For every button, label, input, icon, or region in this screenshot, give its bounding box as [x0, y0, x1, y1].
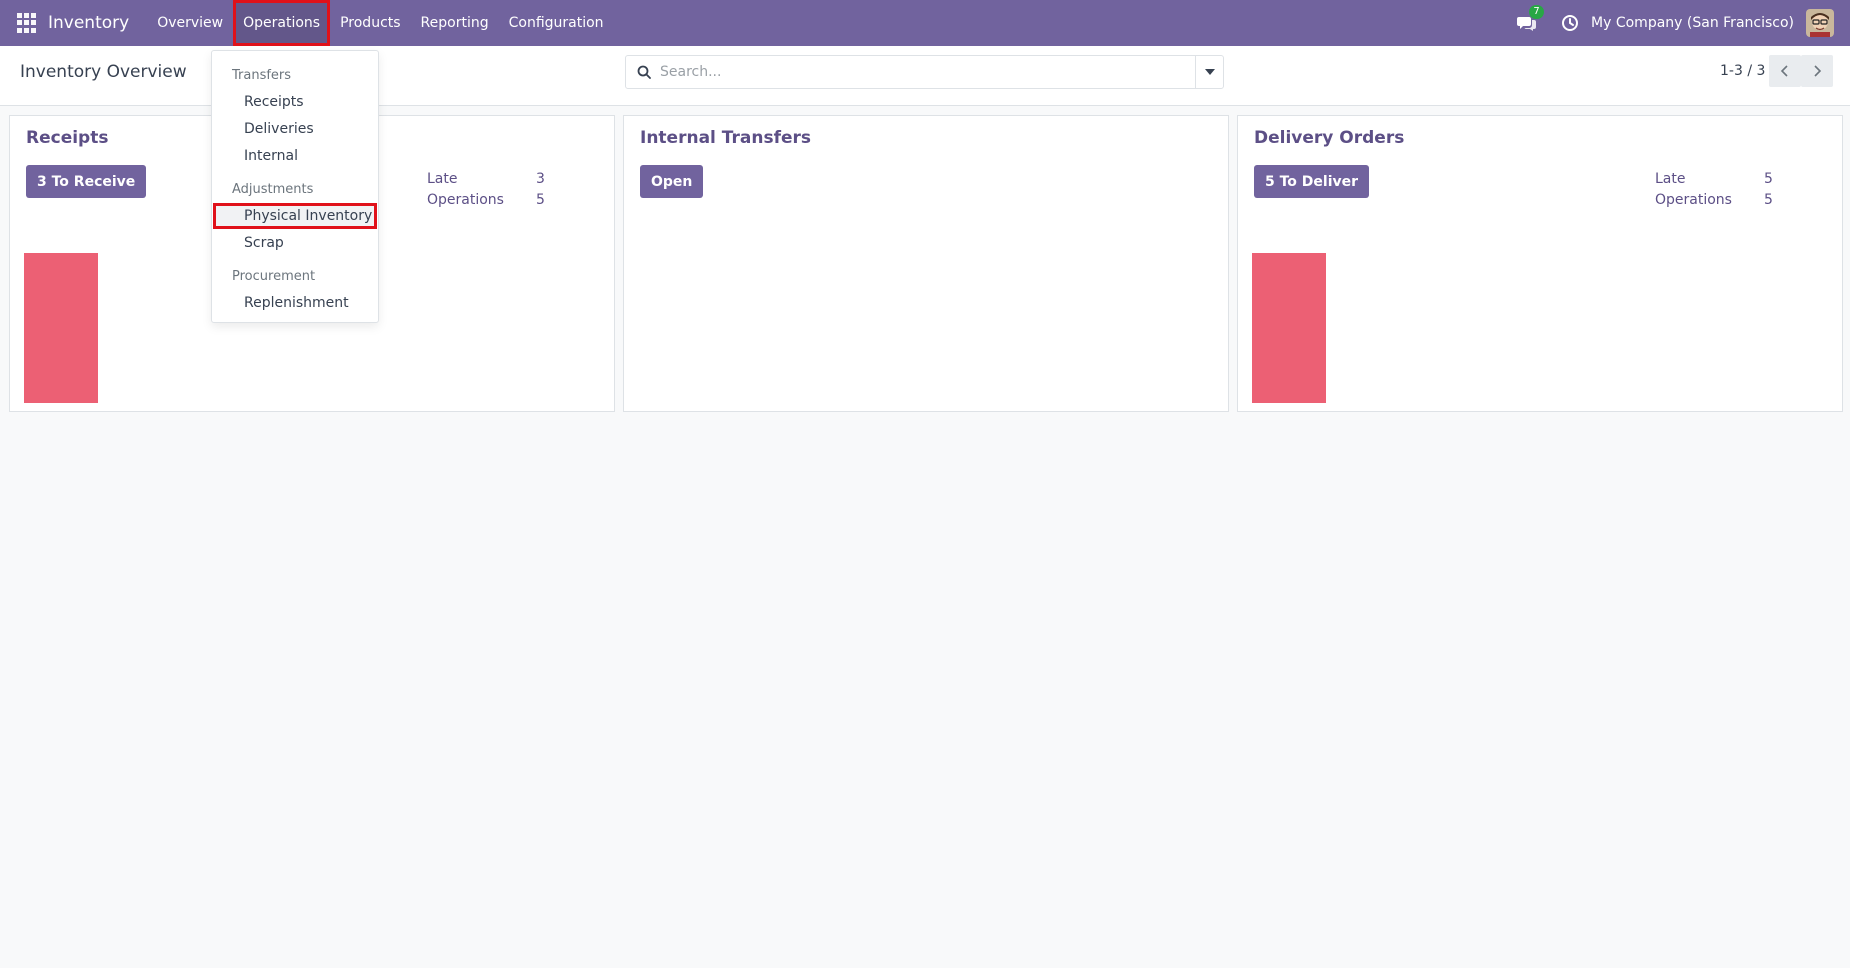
search-icon — [637, 65, 651, 79]
menu-configuration[interactable]: Configuration — [499, 0, 614, 46]
graph-bar[interactable] — [24, 253, 98, 403]
stat-row-late[interactable]: Late 5 — [1655, 168, 1773, 189]
chevron-left-icon — [1780, 65, 1788, 77]
card-delivery-orders: Delivery Orders 5 To Deliver Late 5 Oper… — [1237, 115, 1843, 412]
search-input[interactable] — [660, 56, 1160, 88]
stat-row-late[interactable]: Late 3 — [427, 168, 545, 189]
activity-clock-icon[interactable] — [1561, 14, 1579, 32]
stat-value[interactable]: 5 — [1764, 192, 1773, 208]
messages-icon[interactable]: 7 — [1517, 5, 1545, 33]
card-graph — [1252, 253, 1326, 403]
menu-item-receipts[interactable]: Receipts — [212, 89, 378, 115]
pager-value[interactable]: 1-3 / 3 — [1720, 63, 1765, 79]
card-title[interactable]: Internal Transfers — [640, 128, 811, 148]
stat-label[interactable]: Late — [1655, 171, 1764, 187]
stat-label[interactable]: Late — [427, 171, 536, 187]
stat-label[interactable]: Operations — [427, 192, 536, 208]
menu-item-scrap[interactable]: Scrap — [212, 230, 378, 256]
open-button[interactable]: Open — [640, 165, 704, 198]
card-stats: Late 3 Operations 5 — [427, 168, 545, 210]
to-receive-button[interactable]: 3 To Receive — [26, 165, 147, 198]
top-navbar: Inventory Overview Operations Products R… — [0, 0, 1850, 46]
card-title[interactable]: Receipts — [26, 128, 108, 148]
section-header-procurement: Procurement — [232, 269, 316, 284]
menu-item-deliveries[interactable]: Deliveries — [212, 116, 378, 142]
stat-value[interactable]: 5 — [536, 192, 545, 208]
stat-label[interactable]: Operations — [1655, 192, 1764, 208]
page-title: Inventory Overview — [20, 62, 187, 82]
messages-count-badge: 7 — [1529, 5, 1545, 19]
stat-row-operations[interactable]: Operations 5 — [1655, 189, 1773, 210]
card-stats: Late 5 Operations 5 — [1655, 168, 1773, 210]
to-deliver-button[interactable]: 5 To Deliver — [1254, 165, 1370, 198]
card-title[interactable]: Delivery Orders — [1254, 128, 1404, 148]
apps-grid-icon[interactable] — [17, 13, 37, 33]
pager-previous-button[interactable] — [1769, 55, 1801, 87]
stat-value[interactable]: 5 — [1764, 171, 1773, 187]
menu-item-internal[interactable]: Internal — [212, 143, 378, 169]
user-avatar[interactable] — [1806, 9, 1834, 37]
company-switcher[interactable]: My Company (San Francisco) — [1591, 15, 1794, 31]
caret-down-icon — [1204, 69, 1215, 75]
stat-row-operations[interactable]: Operations 5 — [427, 189, 545, 210]
menu-reporting[interactable]: Reporting — [411, 0, 499, 46]
section-header-adjustments: Adjustments — [232, 182, 314, 197]
menu-operations[interactable]: Operations — [233, 0, 331, 46]
pager-next-button[interactable] — [1801, 55, 1833, 87]
chevron-right-icon — [1814, 65, 1822, 77]
menu-item-replenishment[interactable]: Replenishment — [212, 290, 378, 316]
search-box — [625, 55, 1224, 89]
navbar-systray: 7 My Company (San Francisco) — [1517, 0, 1850, 46]
graph-bar[interactable] — [1252, 253, 1326, 403]
card-internal-transfers: Internal Transfers Open — [623, 115, 1229, 412]
card-graph — [24, 253, 98, 403]
section-header-transfers: Transfers — [232, 68, 292, 83]
stat-value[interactable]: 3 — [536, 171, 545, 187]
app-brand[interactable]: Inventory — [48, 13, 129, 33]
menu-overview[interactable]: Overview — [147, 0, 233, 46]
menu-products[interactable]: Products — [330, 0, 410, 46]
operations-dropdown-menu: Transfers Receipts Deliveries Internal A… — [211, 50, 379, 323]
search-options-toggle[interactable] — [1195, 56, 1223, 88]
menu-item-physical-inventory[interactable]: Physical Inventory — [213, 203, 377, 229]
